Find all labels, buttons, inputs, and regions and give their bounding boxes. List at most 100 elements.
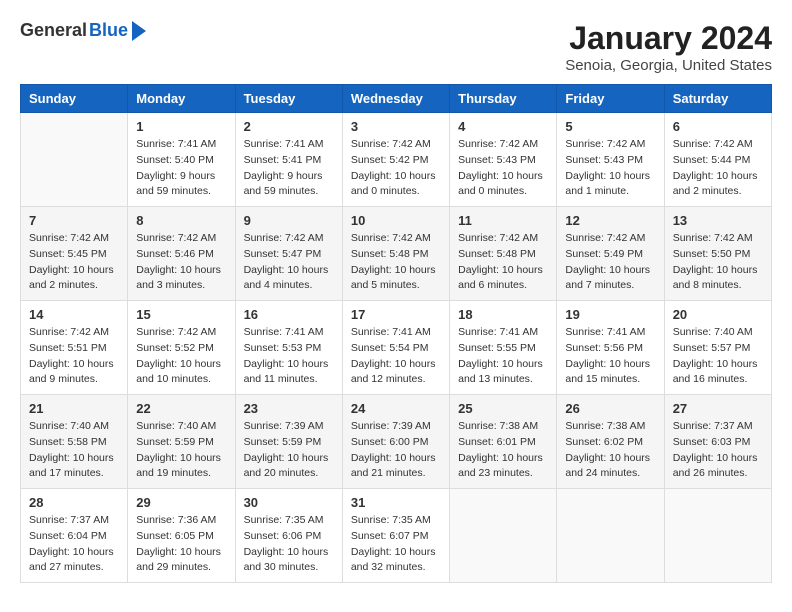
day-info: Sunrise: 7:42 AM Sunset: 5:46 PM Dayligh…	[136, 231, 226, 294]
logo-blue-text: Blue	[89, 20, 128, 41]
calendar-cell: 3 Sunrise: 7:42 AM Sunset: 5:42 PM Daylig…	[342, 113, 449, 207]
day-info: Sunrise: 7:42 AM Sunset: 5:52 PM Dayligh…	[136, 325, 226, 388]
page-subtitle: Senoia, Georgia, United States	[565, 57, 772, 74]
calendar-cell: 29Sunrise: 7:36 AM Sunset: 6:05 PM Dayli…	[128, 489, 235, 583]
day-number: 1	[136, 119, 226, 134]
day-number: 16	[244, 307, 334, 322]
day-info: Sunrise: 7:42 AM Sunset: 5:42 PM Dayligh…	[351, 137, 441, 200]
day-info: Sunrise: 7:39 AM Sunset: 5:59 PM Dayligh…	[244, 419, 334, 482]
logo: General Blue	[20, 20, 146, 41]
day-info: Sunrise: 7:42 AM Sunset: 5:44 PM Dayligh…	[673, 137, 763, 200]
day-info: Sunrise: 7:40 AM Sunset: 5:58 PM Dayligh…	[29, 419, 119, 482]
day-number: 7	[29, 213, 119, 228]
day-info: Sunrise: 7:37 AM Sunset: 6:04 PM Dayligh…	[29, 513, 119, 576]
day-info: Sunrise: 7:39 AM Sunset: 6:00 PM Dayligh…	[351, 419, 441, 482]
calendar-cell: 11Sunrise: 7:42 AM Sunset: 5:48 PM Dayli…	[450, 207, 557, 301]
calendar-cell	[557, 489, 664, 583]
day-number: 22	[136, 401, 226, 416]
calendar-cell: 12 Sunrise: 7:42 AM Sunset: 5:49 PM Dayli…	[557, 207, 664, 301]
day-number: 14	[29, 307, 119, 322]
calendar-cell: 4 Sunrise: 7:42 AM Sunset: 5:43 PM Daylig…	[450, 113, 557, 207]
day-number: 20	[673, 307, 763, 322]
calendar-cell: 31 Sunrise: 7:35 AM Sunset: 6:07 PM Dayli…	[342, 489, 449, 583]
day-info: Sunrise: 7:41 AM Sunset: 5:53 PM Dayligh…	[244, 325, 334, 388]
day-info: Sunrise: 7:36 AM Sunset: 6:05 PM Dayligh…	[136, 513, 226, 576]
title-block: January 2024 Senoia, Georgia, United Sta…	[565, 20, 772, 74]
day-number: 25	[458, 401, 548, 416]
calendar-header: SundayMondayTuesdayWednesdayThursdayFrid…	[21, 85, 772, 113]
day-number: 12	[565, 213, 655, 228]
day-info: Sunrise: 7:42 AM Sunset: 5:47 PM Dayligh…	[244, 231, 334, 294]
calendar-cell: 22 Sunrise: 7:40 AM Sunset: 5:59 PM Dayli…	[128, 395, 235, 489]
day-info: Sunrise: 7:42 AM Sunset: 5:45 PM Dayligh…	[29, 231, 119, 294]
header-row: SundayMondayTuesdayWednesdayThursdayFrid…	[21, 85, 772, 113]
day-info: Sunrise: 7:42 AM Sunset: 5:43 PM Dayligh…	[565, 137, 655, 200]
day-info: Sunrise: 7:38 AM Sunset: 6:01 PM Dayligh…	[458, 419, 548, 482]
calendar-header-tuesday: Tuesday	[235, 85, 342, 113]
day-number: 27	[673, 401, 763, 416]
calendar-cell: 30 Sunrise: 7:35 AM Sunset: 6:06 PM Dayli…	[235, 489, 342, 583]
calendar-cell	[21, 113, 128, 207]
calendar-week-row: 14 Sunrise: 7:42 AM Sunset: 5:51 PM Dayli…	[21, 301, 772, 395]
logo-general-text: General	[20, 20, 87, 41]
day-number: 19	[565, 307, 655, 322]
calendar-cell: 5Sunrise: 7:42 AM Sunset: 5:43 PM Daylig…	[557, 113, 664, 207]
calendar-cell: 23 Sunrise: 7:39 AM Sunset: 5:59 PM Dayli…	[235, 395, 342, 489]
day-number: 3	[351, 119, 441, 134]
day-number: 28	[29, 495, 119, 510]
calendar-cell: 16 Sunrise: 7:41 AM Sunset: 5:53 PM Dayli…	[235, 301, 342, 395]
page-title: January 2024	[565, 20, 772, 57]
day-number: 8	[136, 213, 226, 228]
calendar-cell: 7 Sunrise: 7:42 AM Sunset: 5:45 PM Daylig…	[21, 207, 128, 301]
day-info: Sunrise: 7:40 AM Sunset: 5:57 PM Dayligh…	[673, 325, 763, 388]
calendar-header-thursday: Thursday	[450, 85, 557, 113]
day-number: 2	[244, 119, 334, 134]
day-info: Sunrise: 7:42 AM Sunset: 5:48 PM Dayligh…	[458, 231, 548, 294]
day-info: Sunrise: 7:42 AM Sunset: 5:49 PM Dayligh…	[565, 231, 655, 294]
day-info: Sunrise: 7:42 AM Sunset: 5:51 PM Dayligh…	[29, 325, 119, 388]
day-info: Sunrise: 7:41 AM Sunset: 5:55 PM Dayligh…	[458, 325, 548, 388]
calendar-header-monday: Monday	[128, 85, 235, 113]
day-info: Sunrise: 7:35 AM Sunset: 6:07 PM Dayligh…	[351, 513, 441, 576]
day-number: 26	[565, 401, 655, 416]
day-info: Sunrise: 7:35 AM Sunset: 6:06 PM Dayligh…	[244, 513, 334, 576]
calendar-header-wednesday: Wednesday	[342, 85, 449, 113]
calendar-cell: 13Sunrise: 7:42 AM Sunset: 5:50 PM Dayli…	[664, 207, 771, 301]
day-number: 31	[351, 495, 441, 510]
calendar-header-friday: Friday	[557, 85, 664, 113]
calendar-cell: 25 Sunrise: 7:38 AM Sunset: 6:01 PM Dayli…	[450, 395, 557, 489]
day-number: 24	[351, 401, 441, 416]
day-number: 30	[244, 495, 334, 510]
day-info: Sunrise: 7:40 AM Sunset: 5:59 PM Dayligh…	[136, 419, 226, 482]
day-number: 23	[244, 401, 334, 416]
calendar-cell: 1 Sunrise: 7:41 AM Sunset: 5:40 PM Daylig…	[128, 113, 235, 207]
calendar-header-saturday: Saturday	[664, 85, 771, 113]
calendar-cell: 14 Sunrise: 7:42 AM Sunset: 5:51 PM Dayli…	[21, 301, 128, 395]
calendar-week-row: 28 Sunrise: 7:37 AM Sunset: 6:04 PM Dayli…	[21, 489, 772, 583]
calendar-cell: 24 Sunrise: 7:39 AM Sunset: 6:00 PM Dayli…	[342, 395, 449, 489]
day-info: Sunrise: 7:42 AM Sunset: 5:48 PM Dayligh…	[351, 231, 441, 294]
day-info: Sunrise: 7:41 AM Sunset: 5:56 PM Dayligh…	[565, 325, 655, 388]
calendar-week-row: 21Sunrise: 7:40 AM Sunset: 5:58 PM Dayli…	[21, 395, 772, 489]
calendar-cell: 20 Sunrise: 7:40 AM Sunset: 5:57 PM Dayli…	[664, 301, 771, 395]
calendar-cell: 2Sunrise: 7:41 AM Sunset: 5:41 PM Daylig…	[235, 113, 342, 207]
day-info: Sunrise: 7:38 AM Sunset: 6:02 PM Dayligh…	[565, 419, 655, 482]
calendar-cell: 6 Sunrise: 7:42 AM Sunset: 5:44 PM Daylig…	[664, 113, 771, 207]
calendar-cell: 21Sunrise: 7:40 AM Sunset: 5:58 PM Dayli…	[21, 395, 128, 489]
day-info: Sunrise: 7:41 AM Sunset: 5:54 PM Dayligh…	[351, 325, 441, 388]
calendar-cell: 18Sunrise: 7:41 AM Sunset: 5:55 PM Dayli…	[450, 301, 557, 395]
day-number: 4	[458, 119, 548, 134]
calendar-cell: 26 Sunrise: 7:38 AM Sunset: 6:02 PM Dayli…	[557, 395, 664, 489]
day-number: 17	[351, 307, 441, 322]
logo-arrow-icon	[132, 21, 146, 41]
calendar-body: 1 Sunrise: 7:41 AM Sunset: 5:40 PM Daylig…	[21, 113, 772, 583]
day-info: Sunrise: 7:41 AM Sunset: 5:40 PM Dayligh…	[136, 137, 226, 200]
day-info: Sunrise: 7:42 AM Sunset: 5:43 PM Dayligh…	[458, 137, 548, 200]
calendar-cell: 27 Sunrise: 7:37 AM Sunset: 6:03 PM Dayli…	[664, 395, 771, 489]
calendar-cell: 28 Sunrise: 7:37 AM Sunset: 6:04 PM Dayli…	[21, 489, 128, 583]
day-info: Sunrise: 7:37 AM Sunset: 6:03 PM Dayligh…	[673, 419, 763, 482]
calendar-week-row: 7 Sunrise: 7:42 AM Sunset: 5:45 PM Daylig…	[21, 207, 772, 301]
calendar-header-sunday: Sunday	[21, 85, 128, 113]
day-number: 6	[673, 119, 763, 134]
page-header: General Blue January 2024 Senoia, Georgi…	[20, 20, 772, 74]
